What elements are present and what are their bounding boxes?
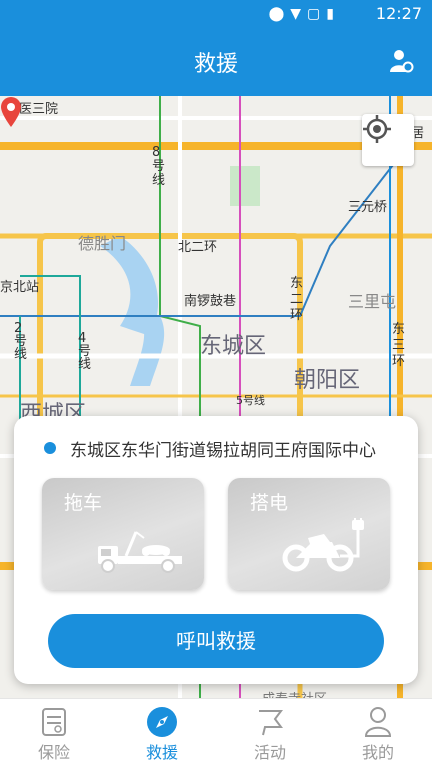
map-label: 东三环 (392, 322, 406, 369)
status-bar: ⬤▼▢▮ 12:27 (0, 0, 432, 30)
call-rescue-button[interactable]: 呼叫救援 (48, 614, 384, 668)
current-address: 东城区东华门街道锡拉胡同王府国际中心 (70, 440, 376, 461)
rescue-card: 东城区东华门街道锡拉胡同王府国际中心 拖车 搭电 呼叫救援 (14, 416, 418, 684)
map-label: 北二环 (178, 240, 218, 255)
crosshair-icon (363, 115, 391, 143)
app-header: 救援 (0, 30, 432, 96)
tab-insurance[interactable]: 保险 (0, 705, 108, 765)
wifi-icon: ▼ (290, 6, 308, 22)
map-label: 南锣鼓巷 (184, 294, 237, 309)
tab-mine[interactable]: 我的 (324, 705, 432, 765)
tab-label: 救援 (145, 743, 178, 762)
location-icon: ⬤ (268, 6, 291, 22)
compass-icon (147, 707, 177, 737)
map-label: 2号线 (14, 321, 28, 362)
jump-start-service-button[interactable]: 搭电 (228, 478, 390, 590)
map-label: 朝阳区 (294, 368, 361, 393)
battery-charging-icon: ▮ (326, 6, 340, 22)
page-title: 救援 (193, 52, 238, 77)
bottom-tab-bar: 保险 救援 活动 我的 (0, 698, 432, 769)
tow-service-button[interactable]: 拖车 (42, 478, 204, 590)
map-label: 东城区 (200, 334, 267, 359)
tab-rescue[interactable]: 救援 (108, 705, 216, 765)
status-time: 12:27 (375, 4, 422, 23)
tab-label: 我的 (361, 743, 394, 762)
map-label: 三里屯 (348, 292, 397, 311)
no-sim-icon: ▢ (307, 6, 327, 22)
tab-label: 保险 (37, 743, 70, 762)
map-label: 东二环 (290, 276, 304, 323)
map-pin-icon (1, 97, 21, 127)
insurance-doc-icon (42, 708, 66, 736)
map-label: 4号线 (78, 331, 92, 372)
tow-truck-icon (98, 531, 182, 573)
status-icons: ⬤▼▢▮ (269, 6, 340, 22)
service-label: 搭电 (250, 492, 289, 514)
tab-activity[interactable]: 活动 (216, 705, 324, 765)
user-icon (364, 707, 392, 737)
location-dot-icon (44, 442, 56, 454)
address-row[interactable]: 东城区东华门街道锡拉胡同王府国际中心 (44, 436, 412, 461)
map-label: 德胜门 (78, 234, 127, 253)
service-label: 拖车 (64, 492, 103, 514)
motorcycle-charging-icon (282, 518, 364, 572)
locate-button[interactable] (362, 114, 414, 166)
map-label: 京北站 (0, 280, 40, 295)
map-label: 三元桥 (348, 200, 388, 215)
flag-icon (259, 710, 283, 736)
person-settings-icon[interactable] (388, 48, 414, 74)
map-label: 5号线 (236, 394, 265, 407)
map-label: 8号线 (152, 145, 166, 188)
tab-label: 活动 (253, 743, 286, 762)
